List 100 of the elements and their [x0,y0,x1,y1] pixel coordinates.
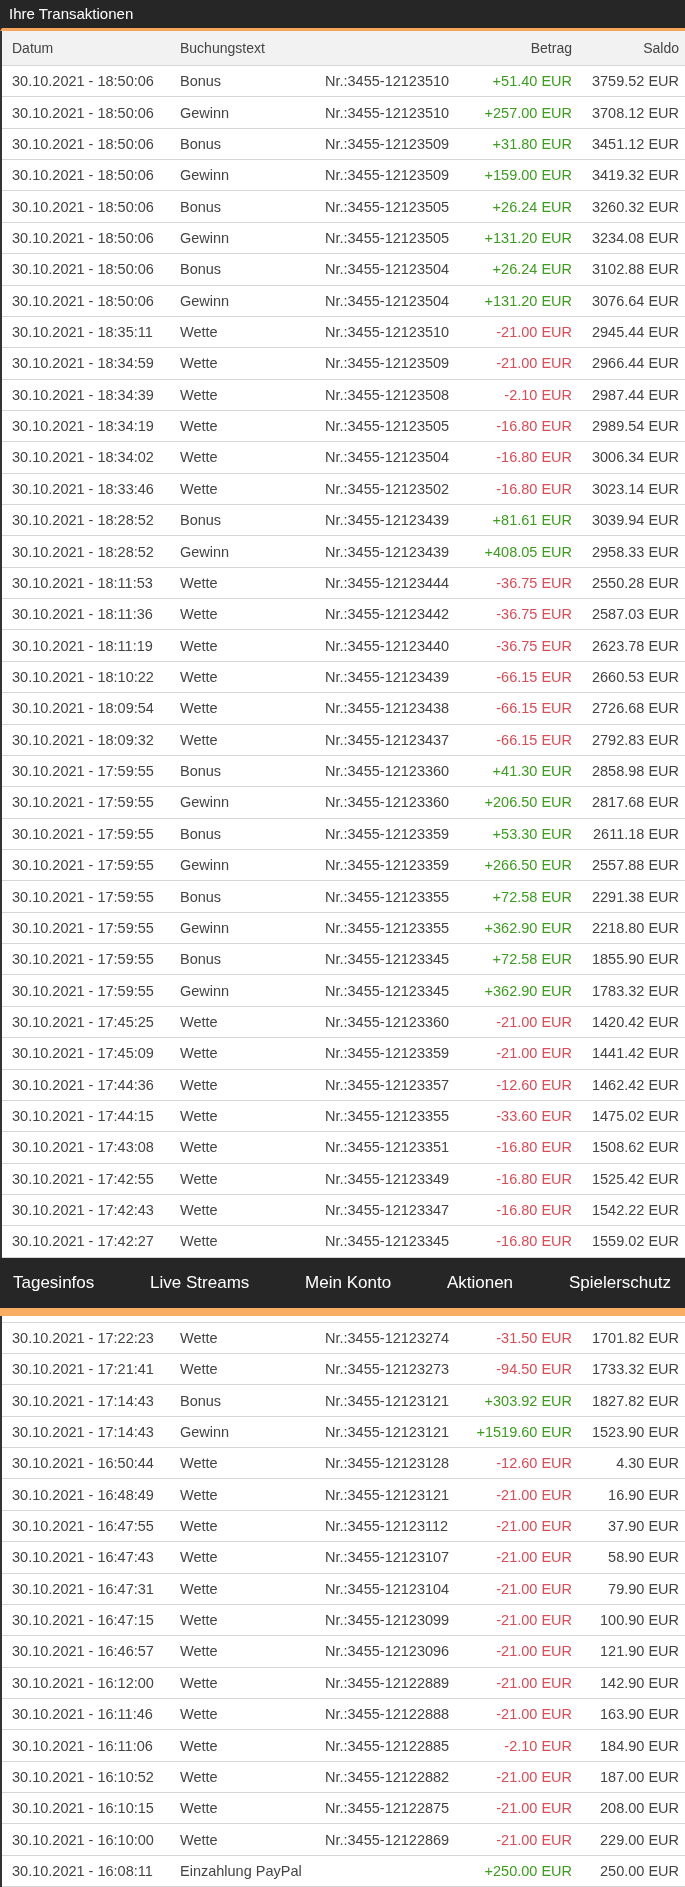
table-cell-text: 30.10.2021 - 18:50:06 [12,261,155,278]
table-cell: 1855.90 EUR [591,951,679,968]
table-cell-text: 30.10.2021 - 16:47:43 [12,1549,155,1566]
table-cell-text: Nr.:3455-12123273 [325,1361,451,1378]
table-cell: -16.80 EUR [496,449,572,466]
table-cell-text: Nr.:3455-12122869 [325,1831,451,1848]
table-cell: -21.00 EUR [496,1674,572,1691]
table-cell-text: Nr.:3455-12123502 [325,480,451,497]
table-cell: +26.24 EUR [492,261,572,278]
table-cell-text: Wette [180,700,219,717]
nav-link[interactable]: Mein Konto [305,1272,392,1293]
table-cell: -21.00 EUR [496,355,572,372]
table-cell: 3102.88 EUR [591,261,679,278]
table-cell: 2623.78 EUR [591,637,679,654]
table-cell-text: 30.10.2021 - 16:08:11 [12,1862,154,1879]
nav-link[interactable]: Live Streams [150,1272,250,1293]
table-cell-text: 30.10.2021 - 17:59:55 [12,951,155,968]
table-cell: 2987.44 EUR [591,386,679,403]
table-cell-text: 30.10.2021 - 18:50:06 [12,167,155,184]
table-cell-text: Wette [180,731,219,748]
table-cell-text: 30.10.2021 - 18:50:06 [12,73,155,90]
table-cell-text: Nr.:3455-12123360 [325,763,451,780]
table-cell: 3039.94 EUR [591,512,679,529]
table-cell: +408.05 EUR [484,543,572,560]
table-cell-text: Gewinn [180,857,231,874]
table-cell-text: Gewinn [180,104,231,121]
table-cell-text: Gewinn [180,794,231,811]
table-cell-text: Nr.:3455-12123345 [325,1233,451,1250]
table-cell-text: Nr.:3455-12123439 [325,543,451,560]
table-cell: -16.80 EUR [496,480,572,497]
table-cell-text: Nr.:3455-12123504 [325,292,451,309]
table-cell-text: 30.10.2021 - 17:22:23 [12,1329,155,1346]
table-cell-text: Nr.:3455-12123349 [325,1170,451,1187]
table-cell-text: Nr.:3455-12123121 [325,1486,451,1503]
table-cell: 2858.98 EUR [591,763,679,780]
table-cell: 2958.33 EUR [591,543,679,560]
table-cell: 2817.68 EUR [591,794,679,811]
table-cell: -21.00 EUR [496,1580,572,1597]
table-cell: 2587.03 EUR [591,606,679,623]
table-cell: 100.90 EUR [600,1612,679,1629]
table-cell: +26.24 EUR [492,198,572,215]
table-cell: 3006.34 EUR [591,449,679,466]
table-cell-text: Nr.:3455-12123351 [325,1139,451,1156]
table-cell: 1701.82 EUR [591,1329,679,1346]
table-cell-text: 30.10.2021 - 17:21:41 [12,1361,155,1378]
table-cell-text: Nr.:3455-12122889 [325,1674,451,1691]
table-cell: 2792.83 EUR [591,731,679,748]
table-cell-text: Wette [180,1518,219,1534]
table-cell-text: 30.10.2021 - 16:11:06 [12,1737,154,1754]
table-cell-text: Bonus [180,1392,223,1409]
table-cell-text: Wette [180,1768,219,1785]
table-cell: 3023.14 EUR [591,480,679,497]
table-cell-text: 30.10.2021 - 17:14:43 [12,1392,155,1409]
table-cell-text: Wette [180,574,219,591]
table-cell: +41.30 EUR [492,763,572,780]
table-cell-text: 30.10.2021 - 17:14:43 [12,1423,155,1440]
table-cell: 16.90 EUR [608,1486,679,1503]
table-cell-text: Gewinn [180,167,231,184]
table-cell: -94.50 EUR [496,1361,572,1378]
table-cell-text: Bonus [180,888,223,905]
table-cell-text: Nr.:3455-12123359 [325,857,451,874]
table-cell-text: Nr.:3455-12123505 [325,198,451,215]
table-cell-text: 30.10.2021 - 17:45:09 [12,1045,155,1062]
nav-link[interactable]: Spielerschutz [568,1272,671,1293]
column-header: Betrag [530,40,572,56]
table-cell: 1827.82 EUR [591,1392,679,1409]
table-cell-text: Bonus [180,512,223,529]
table-cell-text: Nr.:3455-12122882 [325,1768,451,1785]
table-cell-text: Wette [180,1674,219,1691]
table-cell: 163.90 EUR [600,1706,679,1723]
column-header: Saldo [643,40,679,56]
table-cell-text: Wette [180,1170,219,1187]
table-cell-text: Nr.:3455-12123359 [325,825,451,842]
table-cell-text: Wette [180,606,219,623]
table-cell-text: 30.10.2021 - 17:42:27 [12,1233,155,1250]
table-cell: +362.90 EUR [484,919,572,936]
table-cell: 4.30 EUR [616,1455,679,1472]
table-cell-text: Nr.:3455-12123505 [325,229,451,246]
table-cell: -12.60 EUR [496,1076,572,1093]
table-cell: +131.20 EUR [484,292,572,309]
table-cell-text: Wette [180,1643,219,1660]
table-cell-text: Nr.:3455-12123504 [325,261,451,278]
table-cell: 1508.62 EUR [591,1139,679,1156]
table-cell-text: Wette [180,449,219,466]
table-cell: -21.00 EUR [496,1831,572,1848]
table-cell: +206.50 EUR [484,794,572,811]
table-cell: 2989.54 EUR [591,418,679,435]
table-cell-text: Gewinn [180,229,231,246]
table-cell-text: 30.10.2021 - 18:11:36 [12,606,154,623]
table-cell-text: Nr.:3455-12123359 [325,1045,451,1062]
table-cell-text: 30.10.2021 - 16:50:44 [12,1455,155,1472]
table-cell-text: Nr.:3455-12123345 [325,982,451,999]
table-cell-text: 30.10.2021 - 18:33:46 [12,480,155,497]
table-cell-text: Nr.:3455-12123442 [325,606,451,623]
table-cell-text: Nr.:3455-12123121 [325,1423,451,1440]
table-cell-text: Nr.:3455-12123099 [325,1612,451,1629]
table-cell: -66.15 EUR [496,731,572,748]
nav-link[interactable]: Aktionen [446,1272,514,1293]
table-cell-text: Wette [180,1361,219,1378]
nav-link[interactable]: Tagesinfos [13,1272,95,1293]
